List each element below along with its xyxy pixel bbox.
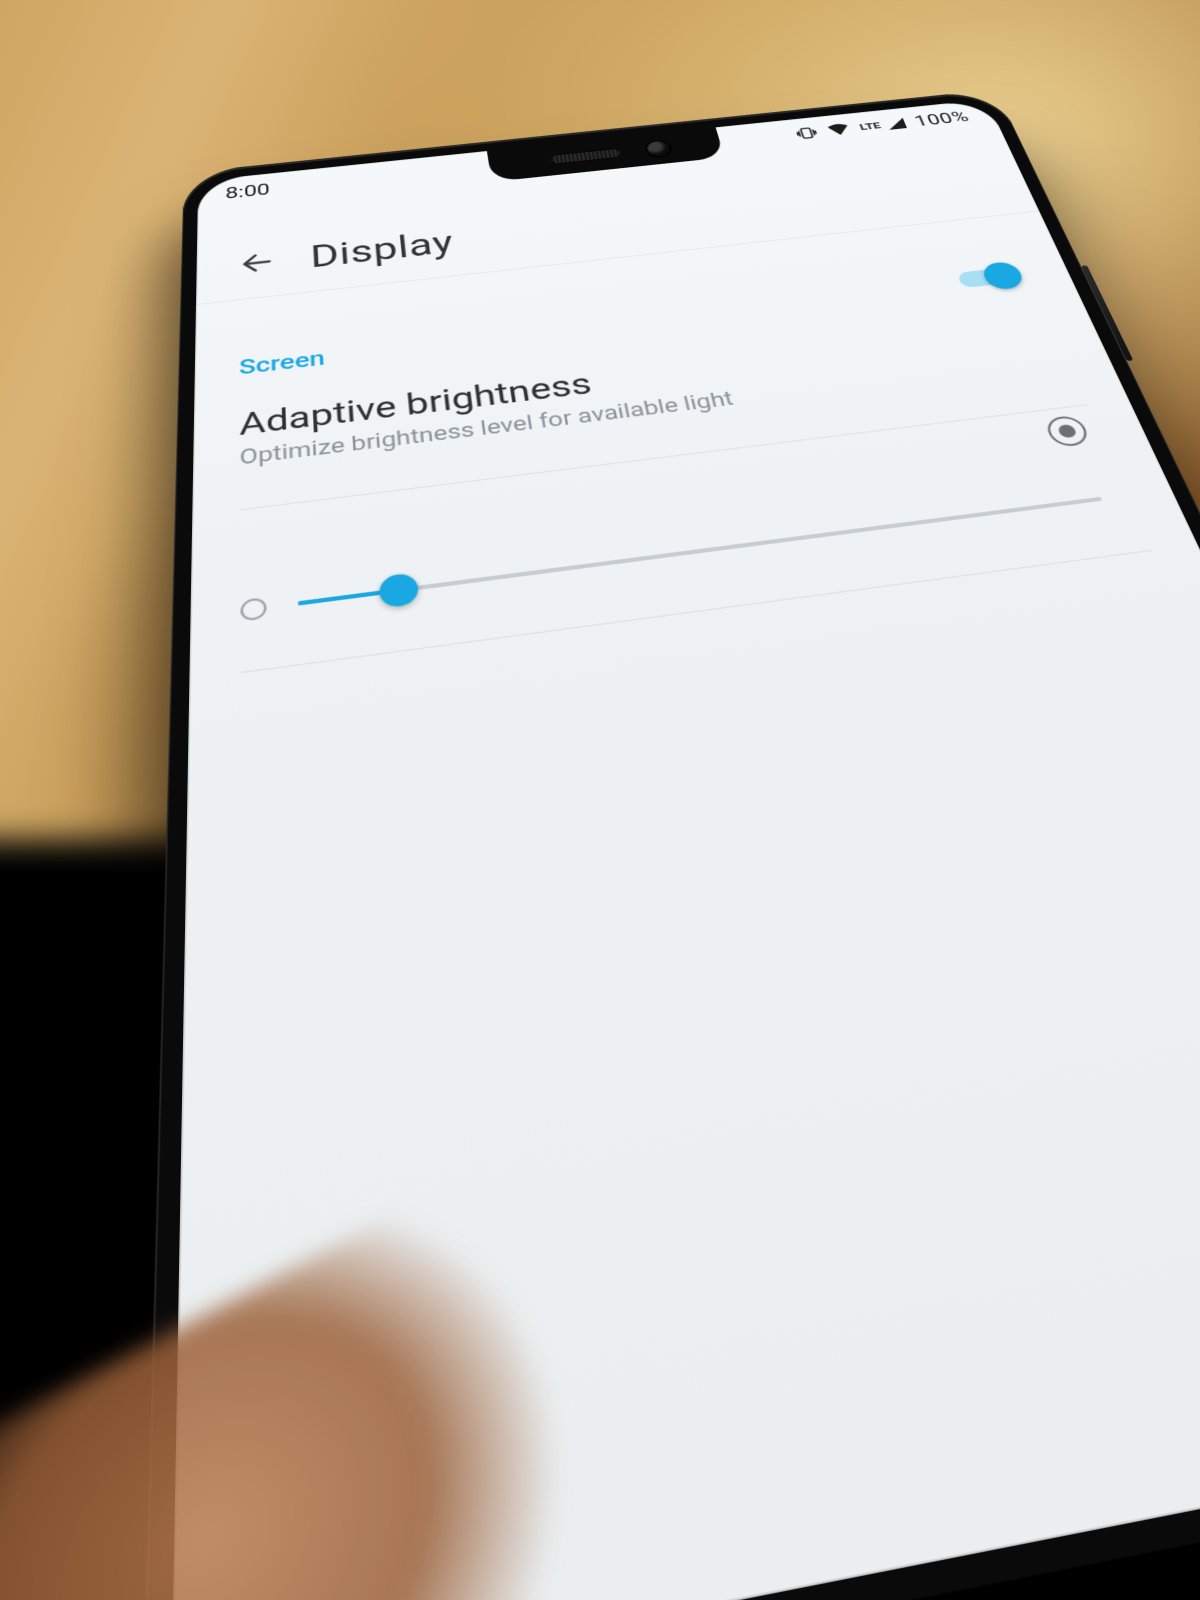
battery-percent: 100% bbox=[912, 108, 972, 129]
earpiece-speaker bbox=[550, 148, 622, 165]
phone-frame: 8:00 LTE 100% bbox=[142, 89, 1200, 1600]
wifi-icon bbox=[825, 122, 853, 137]
toggle-track bbox=[956, 266, 1019, 288]
screen: 8:00 LTE 100% bbox=[171, 99, 1200, 1600]
status-bar: 8:00 LTE 100% bbox=[198, 99, 1000, 213]
status-time: 8:00 bbox=[225, 181, 270, 203]
cell-signal-icon bbox=[884, 117, 908, 131]
back-arrow-icon[interactable] bbox=[238, 248, 276, 278]
toggle-thumb bbox=[979, 261, 1026, 291]
setting-adaptive-brightness[interactable]: Adaptive brightness Optimize brightness … bbox=[239, 312, 1070, 470]
setting-title: Adaptive brightness bbox=[239, 312, 1059, 443]
brightness-slider-row bbox=[240, 484, 1108, 627]
divider bbox=[241, 550, 1153, 673]
setting-subtitle: Optimize brightness level for available … bbox=[239, 348, 1070, 470]
page-title: Display bbox=[310, 224, 456, 274]
stage: 8:00 LTE 100% bbox=[0, 0, 1200, 800]
divider bbox=[240, 404, 1087, 510]
brightness-slider[interactable] bbox=[297, 484, 1108, 619]
section-label-screen: Screen bbox=[239, 346, 325, 379]
slider-track bbox=[298, 497, 1103, 606]
auto-brightness-icon[interactable] bbox=[1043, 415, 1092, 448]
